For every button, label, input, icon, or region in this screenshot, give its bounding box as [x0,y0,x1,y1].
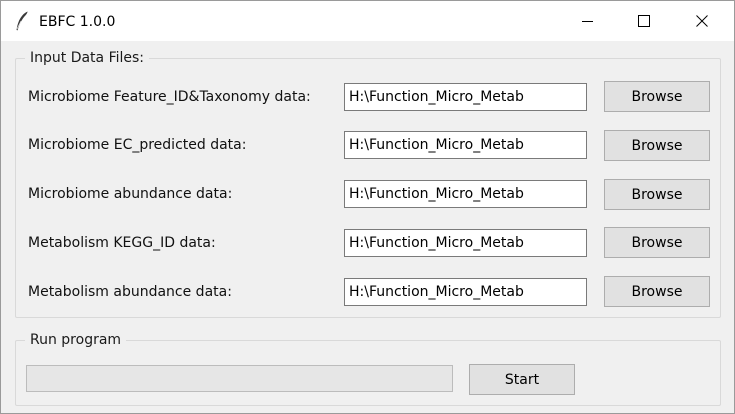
feature-taxonomy-label: Microbiome Feature_ID&Taxonomy data: [28,89,311,105]
feather-icon [15,11,29,31]
start-button[interactable]: Start [469,364,575,395]
microbiome-abundance-browse-button[interactable]: Browse [604,179,710,210]
metabolism-abundance-browse-button[interactable]: Browse [604,276,710,307]
close-button[interactable] [674,1,730,41]
maximize-button[interactable] [616,1,672,41]
microbiome-abundance-label: Microbiome abundance data: [28,186,233,202]
kegg-id-browse-button[interactable]: Browse [604,227,710,258]
feature-taxonomy-browse-button[interactable]: Browse [604,81,710,112]
ec-predicted-label: Microbiome EC_predicted data: [28,137,247,153]
minimize-button[interactable] [560,1,616,41]
title-bar[interactable]: EBFC 1.0.0 [1,1,734,41]
close-icon [696,12,708,31]
input-data-files-legend: Input Data Files: [30,50,145,66]
ec-predicted-browse-button[interactable]: Browse [604,130,710,161]
kegg-id-label: Metabolism KEGG_ID data: [28,235,216,251]
run-program-legend: Run program [30,332,122,348]
microbiome-abundance-path-input[interactable] [344,180,587,208]
progress-bar [26,365,453,392]
kegg-id-path-input[interactable] [344,229,587,257]
window-title: EBFC 1.0.0 [39,14,116,30]
metabolism-abundance-label: Metabolism abundance data: [28,284,232,300]
app-window: EBFC 1.0.0 Input Data Files: Microbiome … [0,0,735,414]
minimize-icon [582,12,594,31]
maximize-icon [638,12,650,31]
feature-taxonomy-path-input[interactable] [344,83,587,111]
ec-predicted-path-input[interactable] [344,131,587,159]
metabolism-abundance-path-input[interactable] [344,278,587,306]
